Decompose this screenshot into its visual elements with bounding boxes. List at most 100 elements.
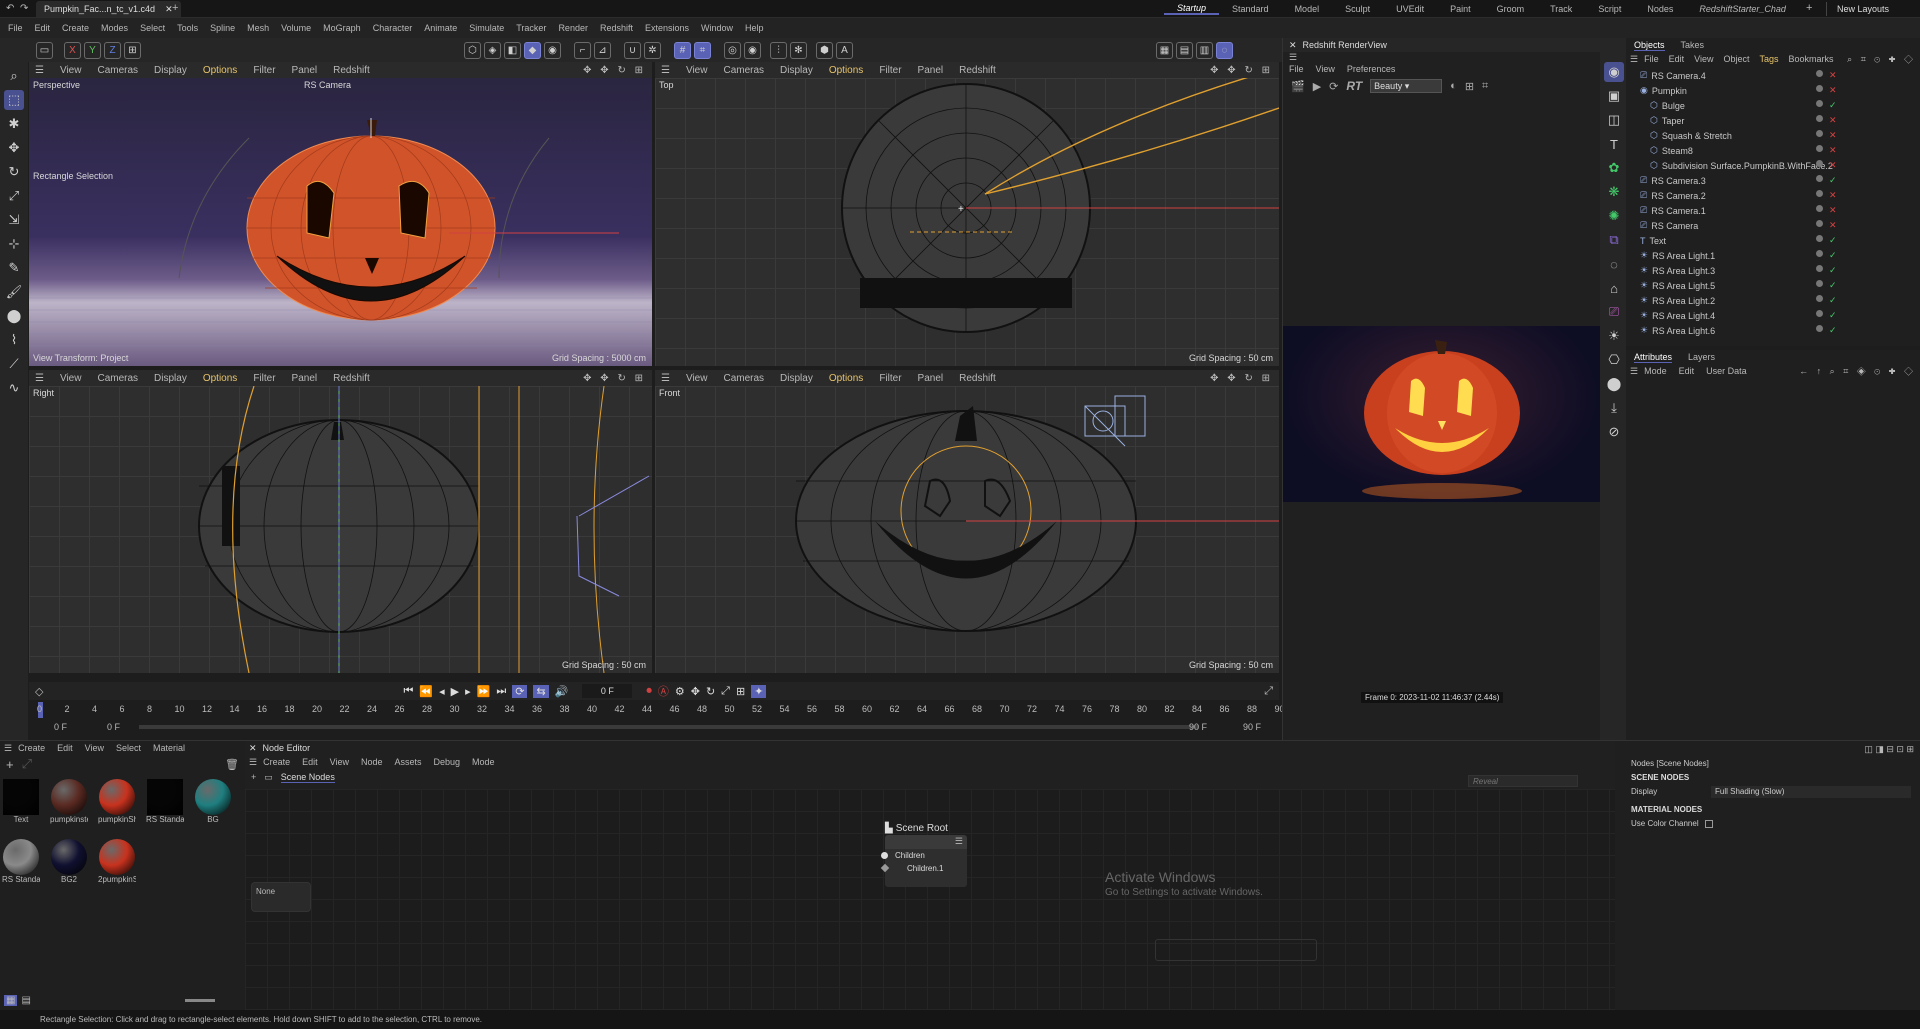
- object-label[interactable]: RS Area Light.2: [1652, 296, 1715, 306]
- attributes-nav-icons[interactable]: ← ↑ ⌕ ⌗ ◈ ⊙ ✚ ◇: [1799, 366, 1916, 377]
- port-children-1[interactable]: Children.1: [907, 864, 943, 873]
- attributes-menu-edit[interactable]: Edit: [1679, 366, 1695, 376]
- tab-objects[interactable]: Objects: [1634, 40, 1665, 51]
- viewport-menu-display[interactable]: Display: [154, 65, 187, 76]
- viewport-front[interactable]: ☰ View Cameras Display Options Filter Panel Red…: [655, 370, 1279, 673]
- visibility-dot[interactable]: [1816, 115, 1823, 122]
- hamburger-icon[interactable]: ☰: [661, 373, 670, 384]
- viewport-perspective[interactable]: ☰ View Cameras Display Options Filter Panel Red…: [29, 62, 652, 366]
- export-icon[interactable]: ⤓: [1604, 398, 1624, 418]
- range-start[interactable]: 0 F: [54, 722, 67, 732]
- list-item[interactable]: ☀ RS Area Light.1 ✓: [1626, 248, 1920, 263]
- check-icon[interactable]: ✕: [1829, 220, 1837, 231]
- visibility-dot[interactable]: [1816, 325, 1823, 332]
- refresh-icon[interactable]: ⟳: [1329, 80, 1338, 93]
- list-item[interactable]: ☀ RS Area Light.5 ✓: [1626, 278, 1920, 293]
- viewport-nav-icons[interactable]: ✥ ✥ ↻ ⊞: [1210, 373, 1273, 384]
- list-item[interactable]: ⬡ Subdivision Surface.PumpkinB.WithFace.2…: [1626, 158, 1920, 173]
- close-icon[interactable]: ✕: [249, 743, 257, 754]
- light-icon[interactable]: ☀: [1604, 326, 1624, 346]
- axis-mode-icon[interactable]: ⊿: [594, 41, 611, 59]
- check-icon[interactable]: ✕: [1829, 115, 1837, 126]
- menu-help[interactable]: Help: [745, 23, 764, 33]
- menu-edit[interactable]: Edit: [35, 23, 51, 33]
- clapper-icon[interactable]: 🎬: [1291, 80, 1305, 93]
- node-attr-toolbar[interactable]: ◫ ◨ ⊟ ⊡ ⊞: [1615, 741, 1920, 757]
- go-to-start-icon[interactable]: ⏮: [403, 685, 413, 698]
- viewport-canvas[interactable]: Front Grid Spacing : 50 cm: [655, 386, 1279, 673]
- object-label[interactable]: RS Area Light.4: [1652, 311, 1715, 321]
- menu-select[interactable]: Select: [140, 23, 165, 33]
- object-tags[interactable]: ✕: [1816, 115, 1837, 126]
- list-item[interactable]: ⎚ RS Camera.4 ✕: [1626, 68, 1920, 83]
- add-node-icon[interactable]: +: [251, 772, 256, 782]
- quantize-icon[interactable]: ◎: [724, 41, 741, 59]
- viewport-menu-display[interactable]: Display: [780, 65, 813, 76]
- menu-window[interactable]: Window: [701, 23, 733, 33]
- timeline-ruler[interactable]: 0 2 4 6 8 10 12 14 16 18 20 22 24 26 28 30 32 34 36 38 40 42 4…: [29, 702, 1285, 718]
- model-mode-icon[interactable]: ◆: [524, 41, 541, 59]
- list-item[interactable]: ⎚ RS Camera ✕: [1626, 218, 1920, 233]
- menu-create[interactable]: Create: [62, 23, 89, 33]
- object-tags[interactable]: ✕: [1816, 130, 1837, 141]
- port-diamond[interactable]: [880, 863, 890, 873]
- axis-y-lock[interactable]: Y: [84, 41, 101, 59]
- object-label[interactable]: RS Camera.4: [1651, 71, 1706, 81]
- render-settings-icon[interactable]: ▥: [1196, 41, 1213, 59]
- tab-attributes[interactable]: Attributes: [1634, 352, 1673, 363]
- list-item[interactable]: ⬡ Squash & Stretch ✕: [1626, 128, 1920, 143]
- generator-icon[interactable]: ✿: [1604, 158, 1624, 178]
- scale-icon[interactable]: ⤢: [4, 186, 24, 206]
- material-swatch[interactable]: 2pumpkinS: [98, 839, 136, 889]
- visibility-dot[interactable]: [1816, 70, 1823, 77]
- node-menu-create[interactable]: Create: [263, 757, 290, 767]
- menu-mesh[interactable]: Mesh: [247, 23, 269, 33]
- play-icon[interactable]: ▶: [451, 685, 459, 698]
- viewport-menu-panel[interactable]: Panel: [292, 65, 318, 76]
- objects-menu-object[interactable]: Object: [1723, 54, 1749, 64]
- tool-select-icon[interactable]: ▭: [36, 41, 53, 59]
- list-view-icon[interactable]: ▤: [21, 995, 30, 1006]
- viewport-menu-redshift[interactable]: Redshift: [959, 65, 996, 76]
- tab-layers[interactable]: Layers: [1688, 352, 1715, 362]
- object-label[interactable]: Pumpkin: [1652, 86, 1687, 96]
- viewport-canvas[interactable]: Perspective RS Camera Rectangle Selectio…: [29, 78, 652, 366]
- layout-tab-startup[interactable]: Startup: [1164, 3, 1220, 15]
- menu-volume[interactable]: Volume: [281, 23, 311, 33]
- node-menu-node[interactable]: Node: [361, 757, 383, 767]
- object-label[interactable]: RS Camera: [1651, 221, 1698, 231]
- viewport-menu-options[interactable]: Options: [203, 373, 237, 384]
- object-tags[interactable]: ✓: [1816, 175, 1837, 186]
- prev-key-icon[interactable]: ⏪: [419, 685, 433, 698]
- coordinate-system-icon[interactable]: ⊞: [124, 41, 141, 59]
- select-cursor-icon[interactable]: ⬚: [4, 90, 24, 110]
- port-input-dot[interactable]: [881, 852, 888, 859]
- plugins-icon[interactable]: ⊘: [1604, 422, 1624, 442]
- start-render-icon[interactable]: ▶: [1313, 80, 1321, 93]
- deformer-icon[interactable]: ⧉: [1604, 230, 1624, 250]
- object-tags[interactable]: ✓: [1816, 295, 1837, 306]
- layout-tab-track[interactable]: Track: [1537, 4, 1585, 14]
- object-label[interactable]: RS Area Light.5: [1652, 281, 1715, 291]
- material-swatch[interactable]: BG: [194, 779, 232, 829]
- viewport-menu-display[interactable]: Display: [154, 373, 187, 384]
- visibility-dot[interactable]: [1816, 250, 1823, 257]
- check-icon[interactable]: ✓: [1829, 280, 1837, 291]
- edges-mode-icon[interactable]: ◈: [484, 41, 501, 59]
- workplane-icon[interactable]: ◉: [744, 41, 761, 59]
- add-tab-icon[interactable]: +: [172, 2, 178, 14]
- menu-redshift[interactable]: Redshift: [600, 23, 633, 33]
- object-tags[interactable]: ✓: [1816, 250, 1837, 261]
- object-tags[interactable]: ✓: [1816, 280, 1837, 291]
- key-settings-icon[interactable]: ⚙: [675, 685, 685, 698]
- list-item[interactable]: ⬡ Steam8 ✕: [1626, 143, 1920, 158]
- viewport-menu-filter[interactable]: Filter: [879, 373, 901, 384]
- uv-mode-icon[interactable]: ⌐: [574, 41, 591, 59]
- check-icon[interactable]: ✕: [1829, 205, 1837, 216]
- camera-icon[interactable]: ⎚: [1604, 302, 1624, 322]
- material-swatch[interactable]: RS Standarc: [146, 779, 184, 829]
- render-view-icon[interactable]: ▤: [1176, 41, 1193, 59]
- text-tool-icon[interactable]: T: [1604, 134, 1624, 154]
- axis-z-lock[interactable]: Z: [104, 41, 121, 59]
- hamburger-icon[interactable]: ☰: [35, 65, 44, 76]
